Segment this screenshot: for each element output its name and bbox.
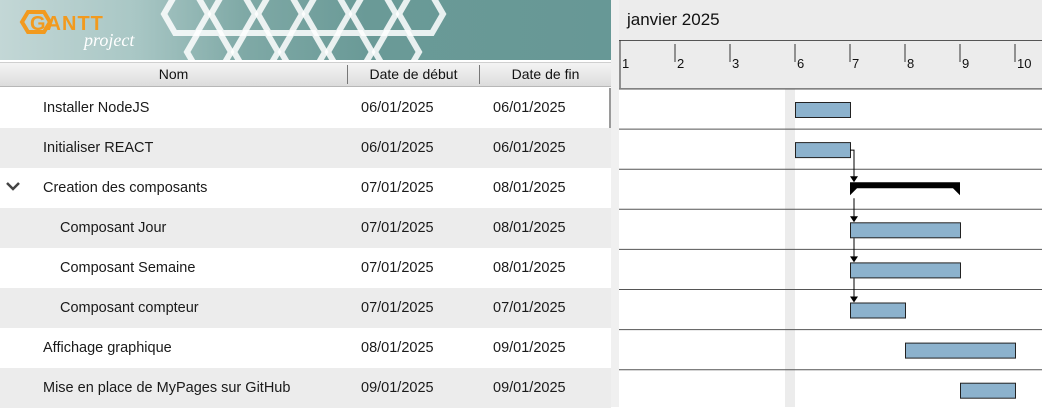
task-start-date[interactable]: 07/01/2025 — [361, 288, 434, 328]
day-label: 10 — [1017, 56, 1031, 71]
task-start-date[interactable]: 06/01/2025 — [361, 88, 434, 128]
task-row[interactable]: Affichage graphique 08/01/2025 09/01/2025 — [0, 328, 611, 368]
task-bar[interactable] — [905, 342, 1016, 359]
task-row[interactable]: Creation des composants 07/01/2025 08/01/2… — [0, 168, 611, 208]
task-name[interactable]: Affichage graphique — [43, 328, 172, 368]
task-start-date[interactable]: 07/01/2025 — [361, 208, 434, 248]
task-start-date[interactable]: 08/01/2025 — [361, 328, 434, 368]
task-table-panel: GANTT project Nom Date de début Date de … — [0, 0, 611, 408]
day-label: 7 — [852, 56, 859, 71]
task-end-date[interactable]: 06/01/2025 — [493, 128, 566, 168]
task-end-date[interactable]: 09/01/2025 — [493, 368, 566, 408]
column-header-name[interactable]: Nom — [0, 63, 347, 86]
task-end-date[interactable]: 06/01/2025 — [493, 88, 566, 128]
task-name[interactable]: Composant Semaine — [60, 248, 195, 288]
task-row[interactable]: Initialiser REACT 06/01/2025 06/01/2025 — [0, 128, 611, 168]
task-start-date[interactable]: 09/01/2025 — [361, 368, 434, 408]
task-bar[interactable] — [850, 302, 906, 319]
gantt-chart[interactable]: janvier 2025 1 2 3 6 7 8 9 10 — [619, 0, 1042, 407]
task-start-date[interactable]: 07/01/2025 — [361, 168, 434, 208]
task-row[interactable]: Composant compteur 07/01/2025 07/01/2025 — [0, 288, 611, 328]
task-row[interactable]: Composant Jour 07/01/2025 08/01/2025 — [0, 208, 611, 248]
task-row[interactable]: Installer NodeJS 06/01/2025 06/01/2025 — [0, 88, 611, 128]
ganttproject-logo-banner: GANTT project — [0, 0, 611, 60]
gantt-canvas[interactable]: 1 2 3 6 7 8 9 10 — [619, 0, 1042, 407]
day-label: 8 — [907, 56, 914, 71]
task-bar[interactable] — [795, 102, 851, 118]
task-row[interactable]: Composant Semaine 07/01/2025 08/01/2025 — [0, 248, 611, 288]
task-name[interactable]: Installer NodeJS — [43, 88, 149, 128]
task-bar[interactable] — [960, 382, 1016, 399]
ganttproject-logo: GANTT project — [18, 6, 148, 54]
task-name[interactable]: Initialiser REACT — [43, 128, 153, 168]
day-label: 9 — [962, 56, 969, 71]
task-name[interactable]: Composant Jour — [60, 208, 166, 248]
weekend-column — [785, 89, 795, 407]
task-name[interactable]: Mise en place de MyPages sur GitHub — [43, 368, 290, 408]
day-label: 6 — [797, 56, 804, 71]
task-end-date[interactable]: 07/01/2025 — [493, 288, 566, 328]
day-label: 3 — [732, 56, 739, 71]
column-header-start-date[interactable]: Date de début — [348, 63, 479, 86]
day-label: 2 — [677, 56, 684, 71]
task-bar[interactable] — [850, 222, 961, 239]
task-end-date[interactable]: 08/01/2025 — [493, 208, 566, 248]
task-end-date[interactable]: 08/01/2025 — [493, 248, 566, 288]
day-label: 1 — [622, 56, 629, 71]
task-name[interactable]: Creation des composants — [43, 168, 207, 208]
task-start-date[interactable]: 06/01/2025 — [361, 128, 434, 168]
task-start-date[interactable]: 07/01/2025 — [361, 248, 434, 288]
dependency-arrowhead — [850, 176, 858, 183]
task-row[interactable]: Mise en place de MyPages sur GitHub 09/01… — [0, 368, 611, 408]
task-bar[interactable] — [850, 262, 961, 279]
dependency-arrowhead — [850, 256, 858, 263]
dependency-arrowhead — [850, 216, 858, 223]
gantt-logo-icon: GANTT project — [19, 10, 135, 50]
task-end-date[interactable]: 09/01/2025 — [493, 328, 566, 368]
table-header: Nom Date de début Date de fin — [0, 62, 611, 87]
task-name[interactable]: Composant compteur — [60, 288, 199, 328]
summary-bar[interactable] — [850, 182, 960, 196]
dependency-arrowhead — [850, 296, 858, 303]
task-bar[interactable] — [795, 142, 851, 159]
chevron-down-icon[interactable] — [5, 168, 21, 208]
panel-divider[interactable] — [611, 0, 619, 407]
column-header-end-date[interactable]: Date de fin — [480, 63, 611, 86]
task-end-date[interactable]: 08/01/2025 — [493, 168, 566, 208]
svg-text:project: project — [82, 30, 135, 50]
